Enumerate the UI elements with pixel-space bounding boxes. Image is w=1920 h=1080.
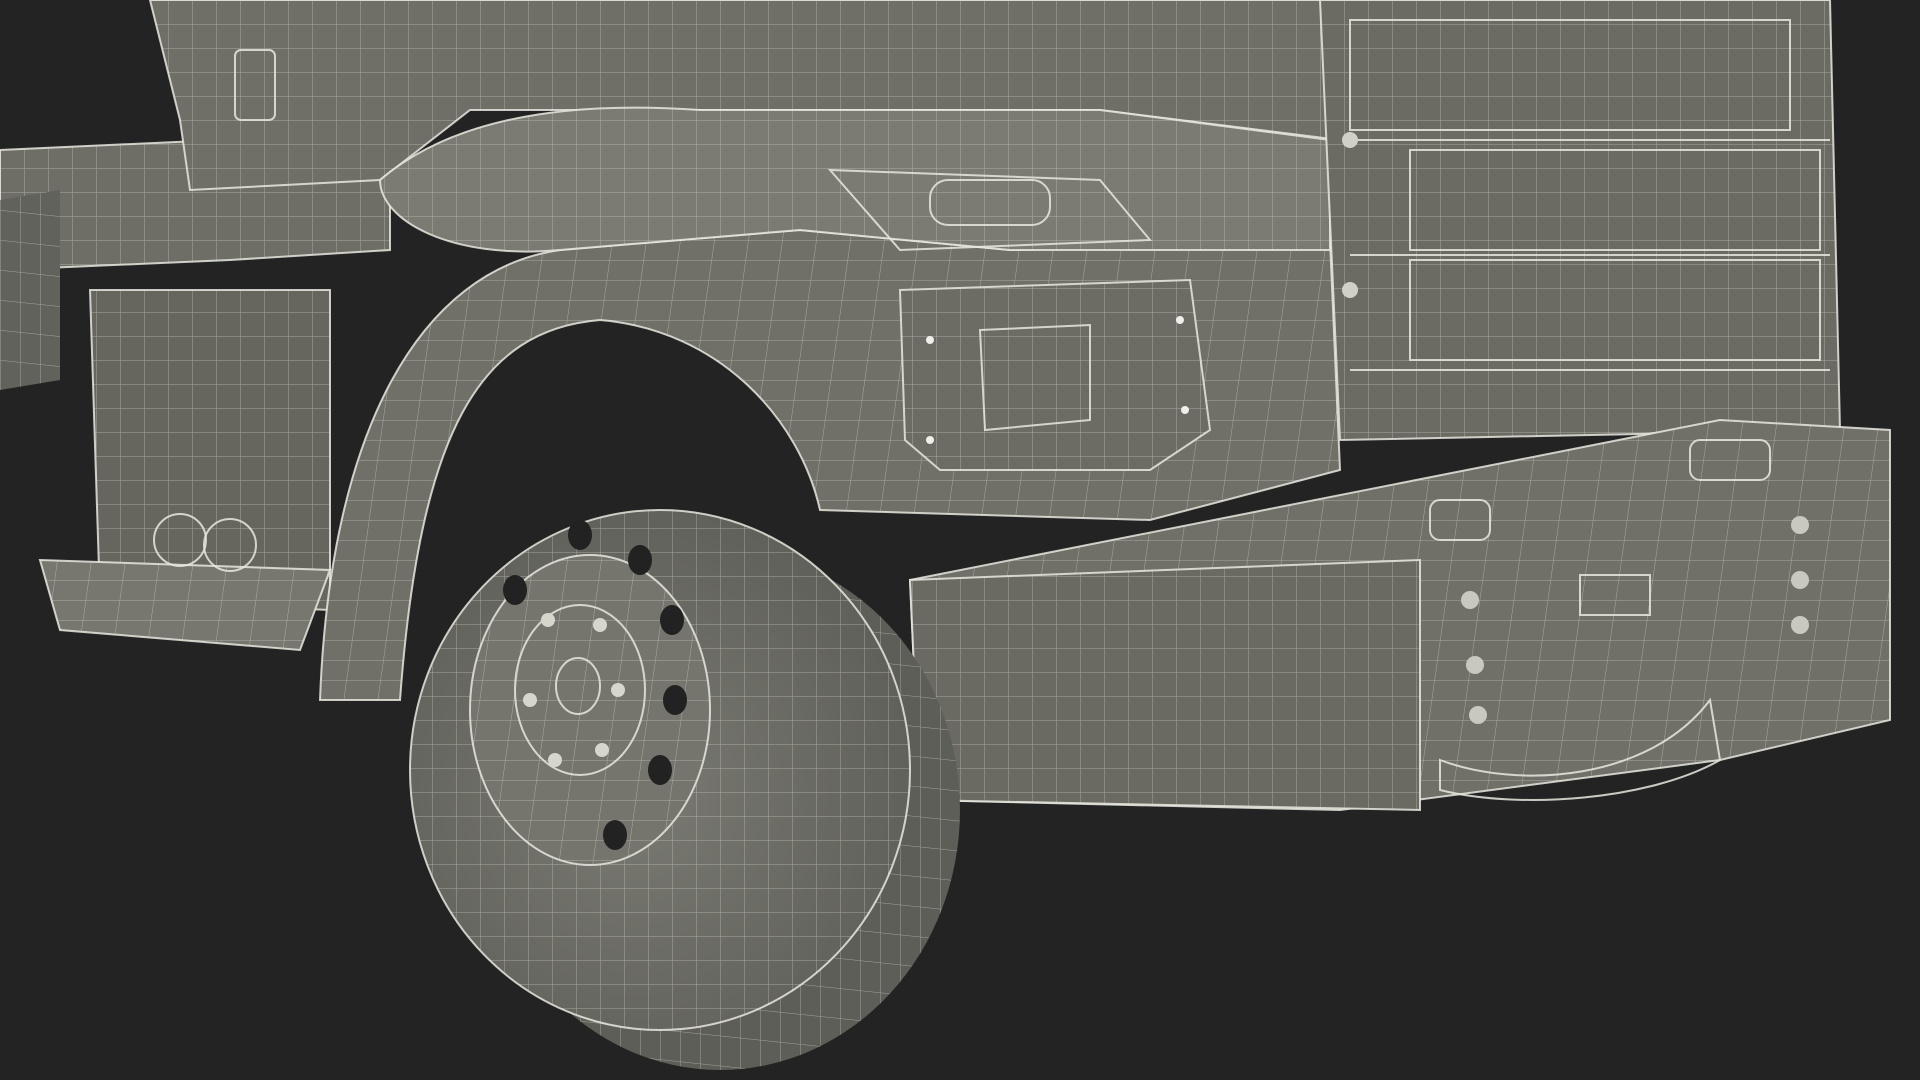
wireframe-render bbox=[0, 0, 1920, 1080]
bumper-bolt bbox=[1466, 656, 1484, 674]
bumper-bolt bbox=[1791, 571, 1809, 589]
bumper-bolt bbox=[1469, 706, 1487, 724]
grille bbox=[1318, 0, 1842, 442]
headlight bbox=[898, 278, 1212, 471]
bumper-bolt bbox=[1791, 616, 1809, 634]
bumper-bolt bbox=[1461, 591, 1479, 609]
bumper-bolt bbox=[1791, 516, 1809, 534]
